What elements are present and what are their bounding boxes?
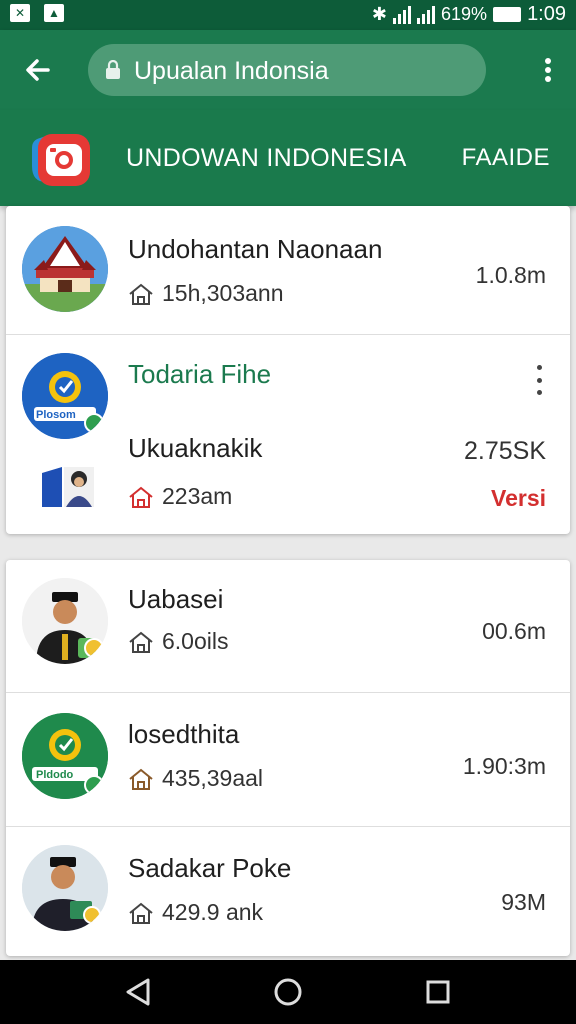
back-button[interactable] <box>20 52 56 88</box>
clock: 1:09 <box>527 3 566 25</box>
item-menu-button[interactable] <box>534 365 544 395</box>
avatar-label: Plosom <box>36 409 76 421</box>
status-badge: Versi <box>491 485 546 511</box>
avatar <box>22 226 108 312</box>
item-title: Sadakar Poke <box>128 853 292 883</box>
item-meta: 15h,303ann <box>128 280 284 307</box>
home-icon <box>129 631 153 653</box>
nav-home-button[interactable] <box>270 976 306 1008</box>
app-bar: Upualan Indonsia <box>0 30 576 110</box>
item-header: Todaria Fihe <box>128 359 272 389</box>
battery-percent: 619% <box>441 4 488 24</box>
banner-title: UNDOWAN INDONESIA <box>126 144 407 172</box>
list-item[interactable]: Undohantan Naonaan 15h,303ann 1.0.8m <box>6 206 570 334</box>
item-meta-text: 223am <box>162 483 233 509</box>
listing-card: Undohantan Naonaan 15h,303ann 1.0.8m Plo… <box>6 206 570 534</box>
list-item[interactable]: Uabasei 6.0oils 00.6m <box>6 560 570 692</box>
notification-icon: ✕ <box>10 4 30 22</box>
battery-icon <box>493 7 522 22</box>
avatar <box>22 578 108 664</box>
item-title: losedthita <box>128 719 240 749</box>
thumbnail <box>42 463 94 511</box>
nav-back-button[interactable] <box>120 976 156 1008</box>
list-item-expanded[interactable]: Plosom Todaria Fihe Ukuaknakik 223am 2.7… <box>6 335 570 534</box>
item-meta-text: 6.0oils <box>162 628 229 654</box>
home-icon <box>129 902 153 924</box>
avatar: Plosom <box>22 353 108 439</box>
overflow-menu-button[interactable] <box>540 52 556 88</box>
item-title: Uabasei <box>128 584 224 614</box>
item-value: 2.75SK <box>463 437 546 465</box>
item-meta: 223am <box>128 483 232 510</box>
item-meta-text: 435,39aal <box>162 765 264 791</box>
camera-logo-icon <box>32 134 90 186</box>
item-value: 93M <box>501 889 546 915</box>
listing-card: Uabasei 6.0oils 00.6m Pldodo losedthita … <box>6 560 570 956</box>
nav-home-icon <box>274 978 302 1006</box>
overflow-menu-icon <box>545 58 551 64</box>
avatar: Pldodo <box>22 713 108 799</box>
bluetooth-icon: ✱ <box>371 4 388 24</box>
signal-icon <box>393 5 412 24</box>
item-title: Undohantan Naonaan <box>128 234 383 264</box>
channel-banner: UNDOWAN INDONESIA FAAIDE <box>0 110 576 206</box>
image-notification-icon: ▲ <box>44 4 64 22</box>
list-item[interactable]: Pldodo losedthita 435,39aal 1.90:3m <box>6 693 570 826</box>
nav-recents-button[interactable] <box>420 976 456 1008</box>
nav-recents-icon <box>426 980 450 1004</box>
item-meta: 435,39aal <box>128 765 263 792</box>
home-icon <box>129 768 153 790</box>
search-text: Upualan Indonsia <box>134 57 329 85</box>
overflow-menu-icon <box>536 365 542 370</box>
avatar <box>22 845 108 931</box>
item-value: 00.6m <box>482 618 546 644</box>
item-meta-text: 429.9 ank <box>162 899 264 925</box>
back-arrow-icon <box>26 59 50 81</box>
item-meta: 429.9 ank <box>128 899 263 926</box>
system-navigation-bar <box>0 960 576 1024</box>
home-icon <box>129 486 153 508</box>
item-meta: 6.0oils <box>128 628 228 655</box>
item-value: 1.90:3m <box>462 753 546 779</box>
item-title: Ukuaknakik <box>128 433 263 463</box>
list-item[interactable]: Sadakar Poke 429.9 ank 93M <box>6 827 570 956</box>
search-bar[interactable]: Upualan Indonsia <box>88 44 486 96</box>
status-bar: ✕ ▲ ✱ 619% 1:09 <box>0 0 576 30</box>
banner-action-button[interactable]: FAAIDE <box>462 144 550 172</box>
item-value: 1.0.8m <box>475 262 546 288</box>
item-meta-text: 15h,303ann <box>162 280 284 306</box>
lock-icon <box>106 60 120 79</box>
home-icon <box>129 283 153 305</box>
avatar-label: Pldodo <box>36 769 74 781</box>
nav-back-icon <box>126 978 150 1006</box>
wifi-signal-icon <box>417 5 436 24</box>
